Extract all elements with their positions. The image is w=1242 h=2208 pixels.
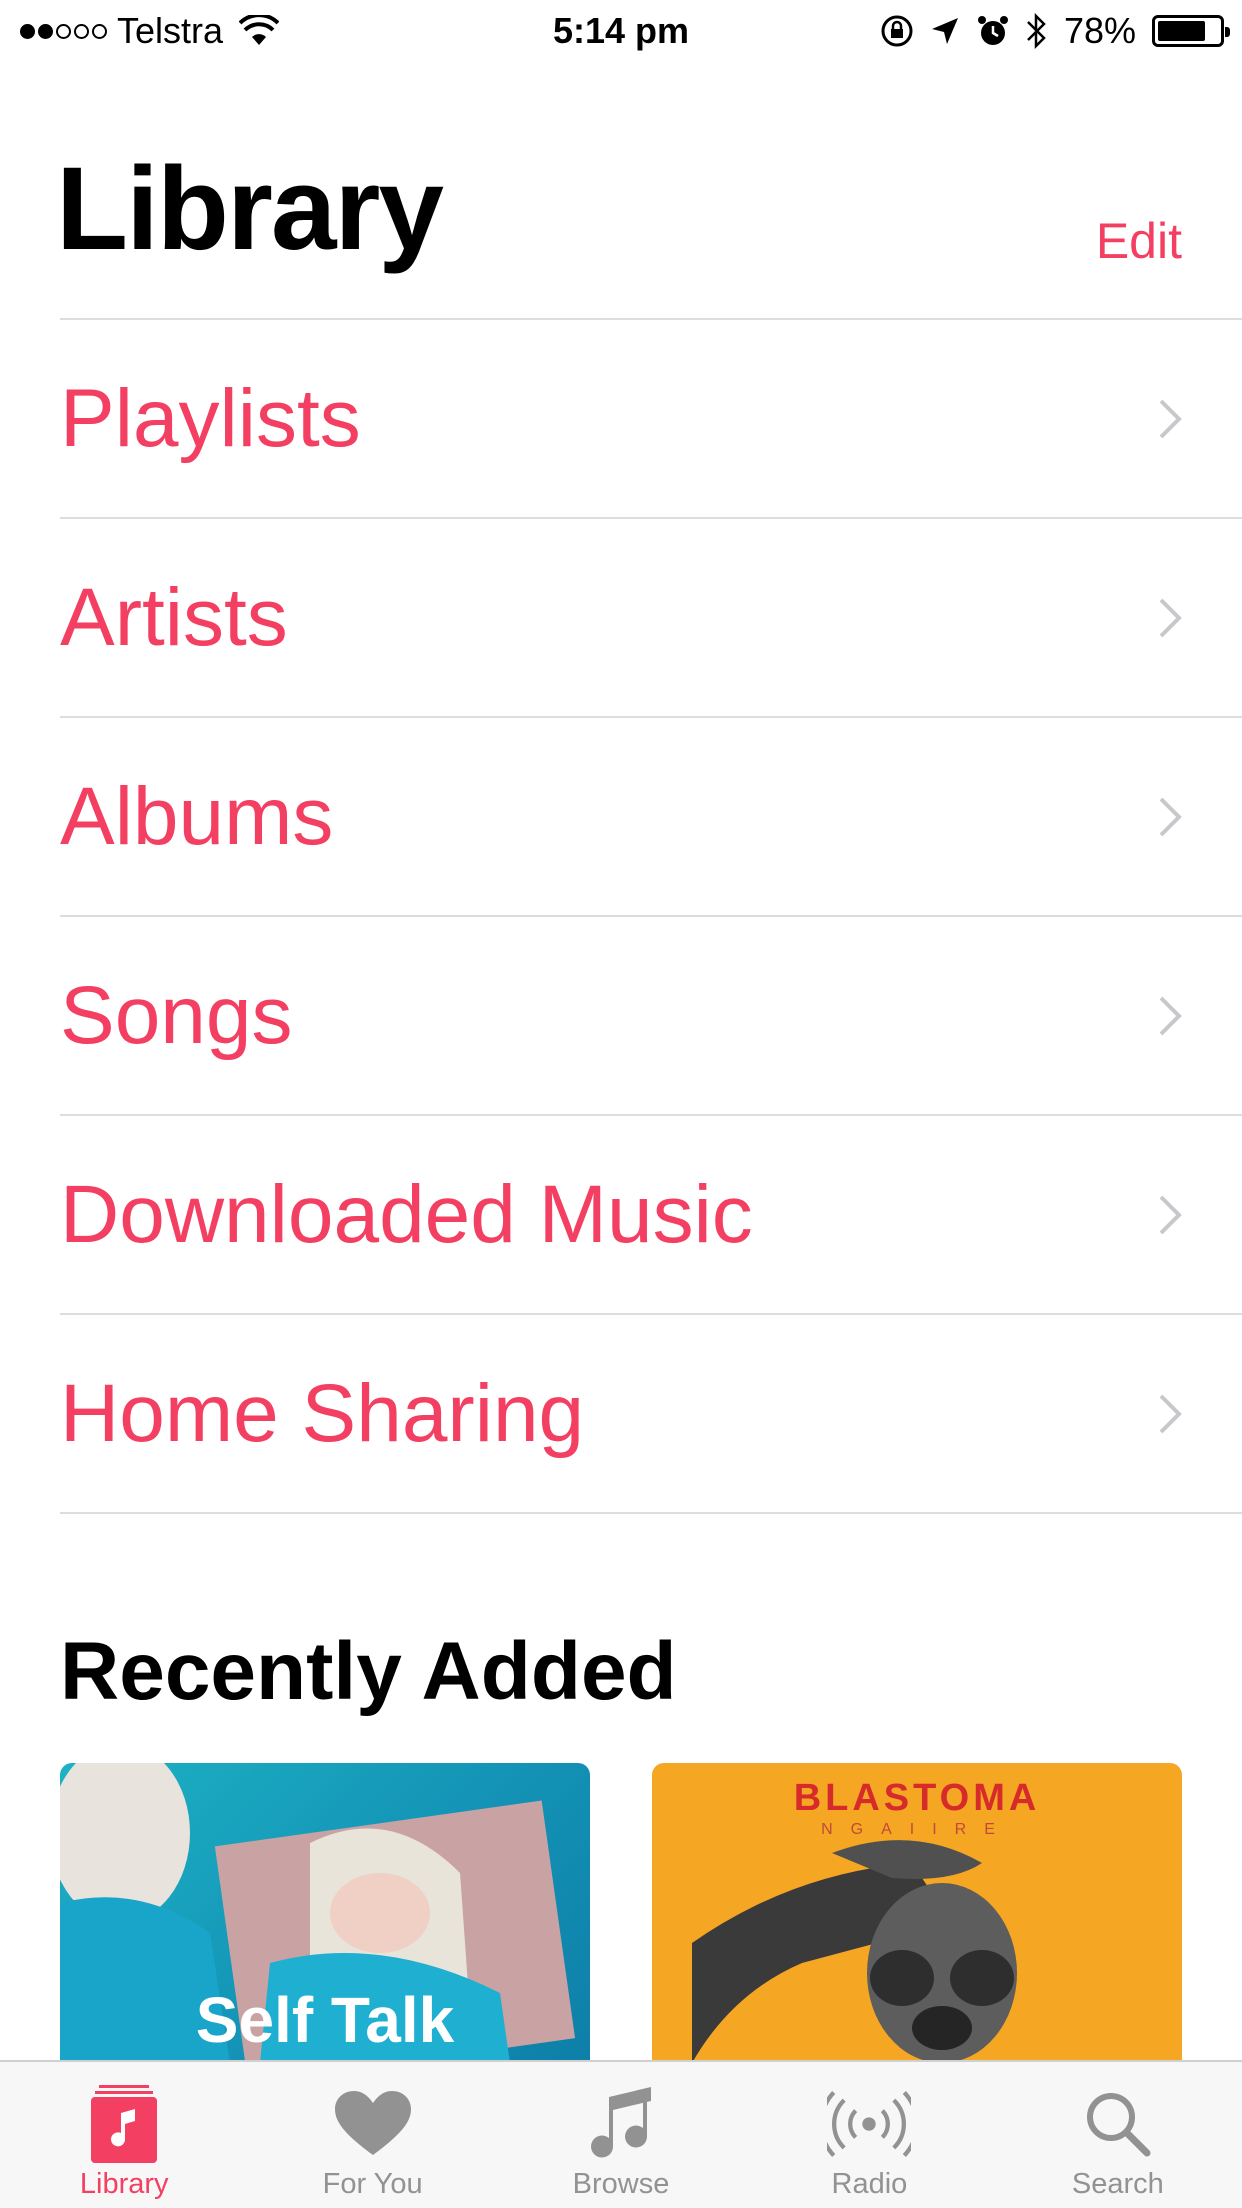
tab-radio[interactable]: Radio [745,2062,993,2208]
list-item-label: Home Sharing [60,1367,585,1459]
chevron-right-icon [1159,1394,1182,1433]
battery-percent: 78% [1063,10,1136,51]
list-item-home-sharing[interactable]: Home Sharing [60,1315,1242,1514]
chevron-right-icon [1159,399,1182,438]
list-item-songs[interactable]: Songs [60,917,1242,1116]
status-right: 78% [880,10,1230,52]
library-list: Playlists Artists Albums Songs Downloade… [60,318,1242,1514]
page-title: Library [56,143,444,275]
library-icon [82,2082,166,2166]
tab-label: Radio [831,2168,908,2200]
tab-label: Search [1071,2168,1164,2200]
edit-button[interactable]: Edit [1096,212,1182,270]
album-cover-text: Self Talk [195,1984,455,2056]
battery-icon [1152,15,1230,47]
tab-bar: Library For You Browse Radio Search [0,2060,1242,2208]
album-cover-title: BLASTOMA [793,1777,1041,1819]
chevron-right-icon [1159,598,1182,637]
list-item-albums[interactable]: Albums [60,718,1242,917]
tab-library[interactable]: Library [0,2062,248,2208]
search-icon [1076,2082,1160,2166]
battery-tip [1225,27,1230,37]
chevron-right-icon [1159,797,1182,836]
orientation-lock-icon [881,15,913,47]
location-icon [931,18,958,44]
radio-icon [827,2082,912,2166]
status-bar: Telstra 5:14 pm 78% [0,0,1242,62]
bluetooth-icon [1027,13,1046,49]
list-item-playlists[interactable]: Playlists [60,320,1242,519]
list-item-label: Playlists [60,372,361,464]
tab-browse[interactable]: Browse [497,2062,745,2208]
battery-fill [1158,21,1205,41]
chevron-right-icon [1159,996,1182,1035]
recently-added-title: Recently Added [60,1626,677,1717]
tab-label: Browse [572,2168,670,2200]
tab-for-you[interactable]: For You [248,2062,496,2208]
list-item-label: Albums [60,770,334,862]
tab-label: Library [79,2168,169,2200]
list-item-artists[interactable]: Artists [60,519,1242,718]
music-note-icon [579,2082,663,2166]
album-cover-subtitle: NGAIIRE [821,1821,1013,1838]
album-cover-blastoma[interactable]: BLASTOMA NGAIIRE [652,1763,1182,2063]
tab-label: For You [322,2168,423,2200]
list-item-label: Songs [60,969,293,1061]
alarm-icon [977,16,1008,45]
album-cover-self-talk[interactable]: Self Talk [60,1763,590,2063]
chevron-right-icon [1159,1195,1182,1234]
tab-search[interactable]: Search [994,2062,1242,2208]
list-item-downloaded-music[interactable]: Downloaded Music [60,1116,1242,1315]
list-item-label: Artists [60,571,288,663]
heart-icon [331,2082,415,2166]
list-item-label: Downloaded Music [60,1168,753,1260]
